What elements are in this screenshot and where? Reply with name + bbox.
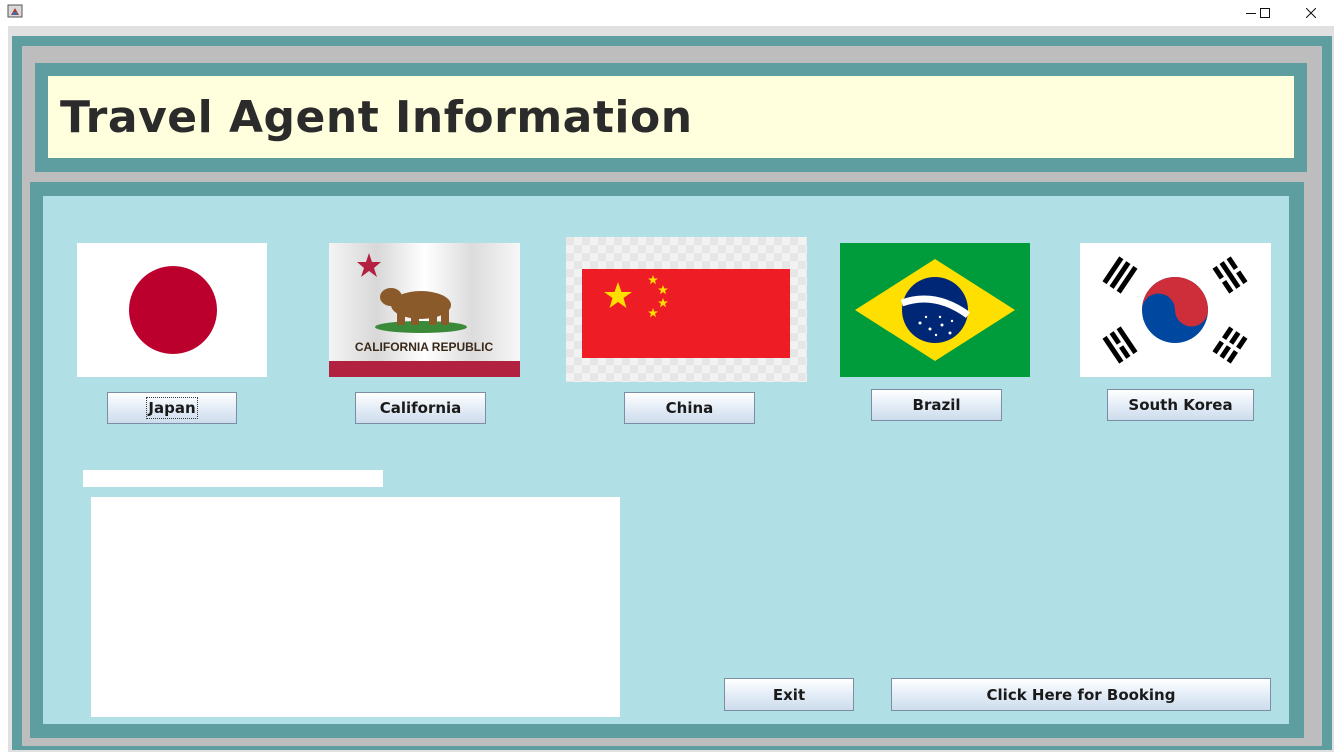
brazil-flag [840,243,1030,377]
destination-details-area[interactable] [91,497,620,717]
close-button[interactable] [1288,0,1334,26]
japan-button[interactable]: Japan [107,392,237,424]
java-app-icon [7,3,23,19]
california-flag: CALIFORNIA REPUBLIC [329,243,520,377]
china-flag [566,237,807,382]
maximize-icon [1260,8,1270,18]
south-korea-flag [1080,243,1271,377]
california-flag-text: CALIFORNIA REPUBLIC [355,340,494,354]
brazil-button[interactable]: Brazil [871,389,1002,421]
page-title: Travel Agent Information [60,92,693,143]
close-icon [1306,8,1316,18]
maximize-button[interactable] [1242,0,1288,26]
south-korea-button[interactable]: South Korea [1107,389,1254,421]
exit-button[interactable]: Exit [724,678,854,711]
california-button[interactable]: California [355,392,486,424]
destination-name-field[interactable] [83,470,383,487]
china-button[interactable]: China [624,392,755,424]
booking-button[interactable]: Click Here for Booking [891,678,1271,711]
window-title-bar [0,0,1340,26]
japan-flag [77,243,267,377]
